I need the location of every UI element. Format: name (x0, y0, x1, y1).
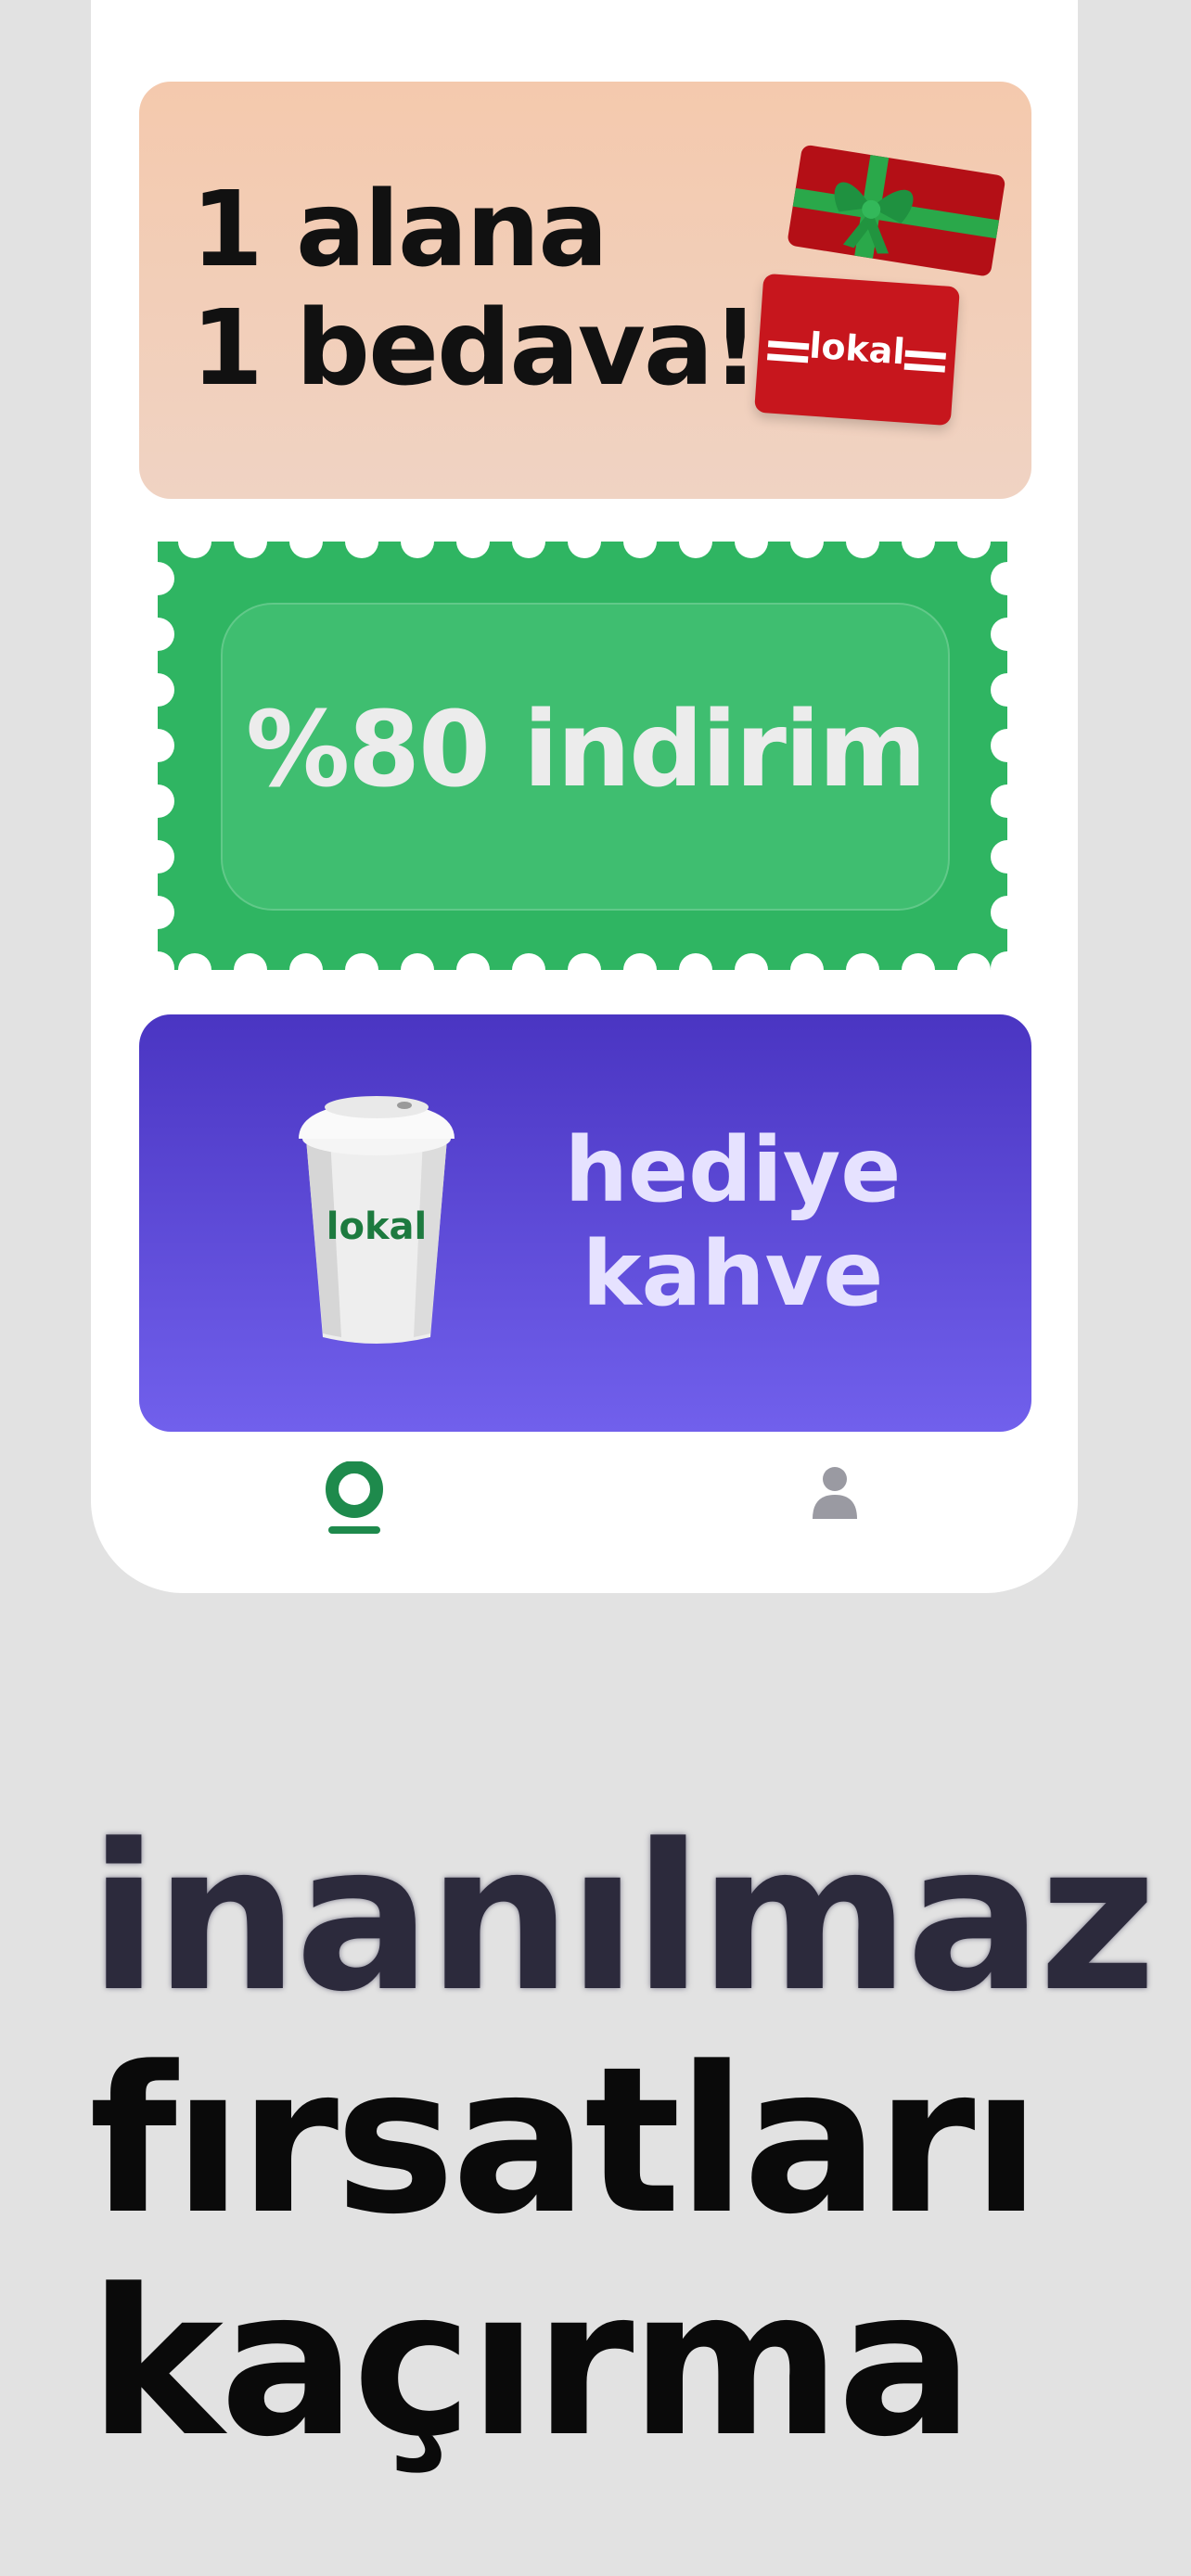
discount-label: %80 indirim (245, 690, 927, 810)
headline-line-2: fırsatları (89, 2024, 1041, 2259)
coffee-cup-icon: lokal (299, 1096, 455, 1344)
bogo-promo-text: 1 alana 1 bedava! (191, 170, 759, 409)
gift-coffee-promo-card[interactable]: lokal hediye kahve (139, 1014, 1031, 1432)
gift-coffee-text: hediye kahve (547, 1118, 918, 1326)
gift-coffee-line-2: kahve (582, 1222, 884, 1326)
gift-coffee-line-1: hediye (564, 1118, 902, 1222)
lokal-card-label: lokal (808, 325, 907, 373)
home-icon[interactable] (325, 1461, 384, 1537)
headline-line-1: inanılmaz (89, 1802, 1157, 2036)
stamp-inner-panel: %80 indirim (221, 603, 950, 911)
bogo-promo-card[interactable]: 1 alana 1 bedava! lokal (139, 82, 1031, 499)
bogo-line-1: 1 alana (191, 170, 608, 290)
bogo-line-2: 1 bedava! (191, 288, 759, 409)
user-icon[interactable] (809, 1463, 861, 1521)
cup-brand-label: lokal (327, 1205, 428, 1248)
headline-line-3: kaçırma (89, 2247, 974, 2481)
lokal-gift-card: lokal (754, 273, 960, 427)
headline: inanılmaz fırsatları kaçırma (89, 1802, 1157, 2481)
gift-box-icon (788, 145, 1005, 276)
discount-promo-card[interactable]: %80 indirim (158, 542, 1007, 970)
